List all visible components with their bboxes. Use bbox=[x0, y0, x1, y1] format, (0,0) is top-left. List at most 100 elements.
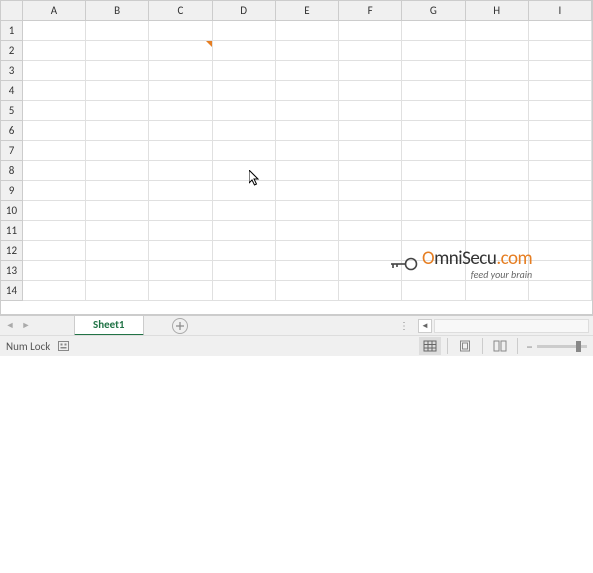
cell[interactable] bbox=[466, 201, 529, 221]
cell[interactable] bbox=[339, 141, 402, 161]
zoom-slider[interactable] bbox=[537, 345, 587, 348]
cell[interactable] bbox=[339, 61, 402, 81]
cell[interactable] bbox=[23, 281, 86, 301]
cell[interactable] bbox=[276, 141, 339, 161]
cell[interactable] bbox=[529, 141, 592, 161]
col-header[interactable]: F bbox=[339, 1, 402, 21]
cell[interactable] bbox=[276, 21, 339, 41]
cell[interactable] bbox=[466, 21, 529, 41]
cell[interactable] bbox=[213, 101, 276, 121]
cell[interactable] bbox=[23, 41, 86, 61]
cell[interactable] bbox=[213, 161, 276, 181]
cell[interactable] bbox=[213, 221, 276, 241]
col-header[interactable]: E bbox=[276, 1, 339, 21]
comment-marker-icon[interactable] bbox=[206, 41, 212, 47]
cell[interactable] bbox=[86, 241, 149, 261]
row-header[interactable]: 3 bbox=[1, 61, 23, 81]
cell[interactable] bbox=[149, 161, 212, 181]
row-header[interactable]: 9 bbox=[1, 181, 23, 201]
tab-menu-icon[interactable]: ⋮ bbox=[399, 319, 410, 332]
cell[interactable] bbox=[276, 201, 339, 221]
cell[interactable] bbox=[339, 201, 402, 221]
zoom-thumb[interactable] bbox=[576, 341, 581, 352]
cell[interactable] bbox=[86, 61, 149, 81]
cell[interactable] bbox=[213, 21, 276, 41]
cell[interactable] bbox=[23, 141, 86, 161]
cell[interactable] bbox=[529, 41, 592, 61]
cell[interactable] bbox=[149, 221, 212, 241]
cell[interactable] bbox=[402, 21, 465, 41]
hscroll-left-icon[interactable]: ◄ bbox=[418, 319, 432, 333]
cell[interactable] bbox=[276, 281, 339, 301]
cell[interactable] bbox=[149, 121, 212, 141]
cell[interactable] bbox=[213, 61, 276, 81]
cell[interactable] bbox=[466, 41, 529, 61]
cell[interactable] bbox=[466, 161, 529, 181]
cell[interactable] bbox=[339, 161, 402, 181]
tab-prev-icon[interactable]: ◄ bbox=[6, 322, 14, 330]
cell[interactable] bbox=[149, 21, 212, 41]
cell[interactable] bbox=[23, 241, 86, 261]
cell[interactable] bbox=[276, 101, 339, 121]
cell[interactable] bbox=[86, 141, 149, 161]
cell[interactable] bbox=[402, 41, 465, 61]
cell[interactable] bbox=[466, 221, 529, 241]
cell[interactable] bbox=[276, 121, 339, 141]
cell[interactable] bbox=[402, 121, 465, 141]
cell[interactable] bbox=[529, 101, 592, 121]
cell[interactable] bbox=[339, 121, 402, 141]
col-header[interactable]: H bbox=[466, 1, 529, 21]
cell[interactable] bbox=[402, 81, 465, 101]
cell[interactable] bbox=[276, 261, 339, 281]
select-all-corner[interactable] bbox=[1, 1, 23, 21]
zoom-out-icon[interactable]: – bbox=[526, 338, 533, 355]
cell[interactable] bbox=[213, 181, 276, 201]
cell[interactable] bbox=[86, 101, 149, 121]
cell[interactable] bbox=[276, 81, 339, 101]
cell[interactable] bbox=[23, 61, 86, 81]
row-header[interactable]: 7 bbox=[1, 141, 23, 161]
cell[interactable] bbox=[213, 261, 276, 281]
cell[interactable] bbox=[402, 281, 465, 301]
cell[interactable] bbox=[149, 41, 212, 61]
row-header[interactable]: 6 bbox=[1, 121, 23, 141]
row-header[interactable]: 11 bbox=[1, 221, 23, 241]
cell[interactable] bbox=[149, 261, 212, 281]
cell[interactable] bbox=[86, 41, 149, 61]
cell[interactable] bbox=[213, 81, 276, 101]
cell[interactable] bbox=[276, 41, 339, 61]
col-header[interactable]: A bbox=[23, 1, 86, 21]
cell[interactable] bbox=[149, 181, 212, 201]
cell[interactable] bbox=[466, 61, 529, 81]
cell[interactable] bbox=[149, 281, 212, 301]
cell[interactable] bbox=[339, 21, 402, 41]
cell[interactable] bbox=[339, 41, 402, 61]
cell[interactable] bbox=[213, 281, 276, 301]
col-header[interactable]: D bbox=[213, 1, 276, 21]
cell[interactable] bbox=[529, 21, 592, 41]
row-header[interactable]: 10 bbox=[1, 201, 23, 221]
view-normal-icon[interactable] bbox=[419, 337, 441, 355]
cell[interactable] bbox=[529, 201, 592, 221]
cell[interactable] bbox=[276, 221, 339, 241]
cell[interactable] bbox=[339, 281, 402, 301]
cell[interactable] bbox=[529, 281, 592, 301]
cell[interactable] bbox=[86, 281, 149, 301]
cell[interactable] bbox=[149, 81, 212, 101]
cell[interactable] bbox=[529, 241, 592, 261]
cell[interactable] bbox=[86, 221, 149, 241]
cell[interactable] bbox=[402, 181, 465, 201]
row-header[interactable]: 14 bbox=[1, 281, 23, 301]
cell[interactable] bbox=[276, 241, 339, 261]
row-header[interactable]: 8 bbox=[1, 161, 23, 181]
cell[interactable] bbox=[86, 161, 149, 181]
cell[interactable] bbox=[339, 181, 402, 201]
cell[interactable] bbox=[529, 121, 592, 141]
sheet-tab-active[interactable]: Sheet1 bbox=[74, 316, 144, 336]
cell[interactable] bbox=[149, 201, 212, 221]
cell[interactable] bbox=[86, 81, 149, 101]
view-page-layout-icon[interactable] bbox=[454, 337, 476, 355]
cell[interactable] bbox=[402, 221, 465, 241]
row-header[interactable]: 1 bbox=[1, 21, 23, 41]
cell[interactable] bbox=[466, 121, 529, 141]
